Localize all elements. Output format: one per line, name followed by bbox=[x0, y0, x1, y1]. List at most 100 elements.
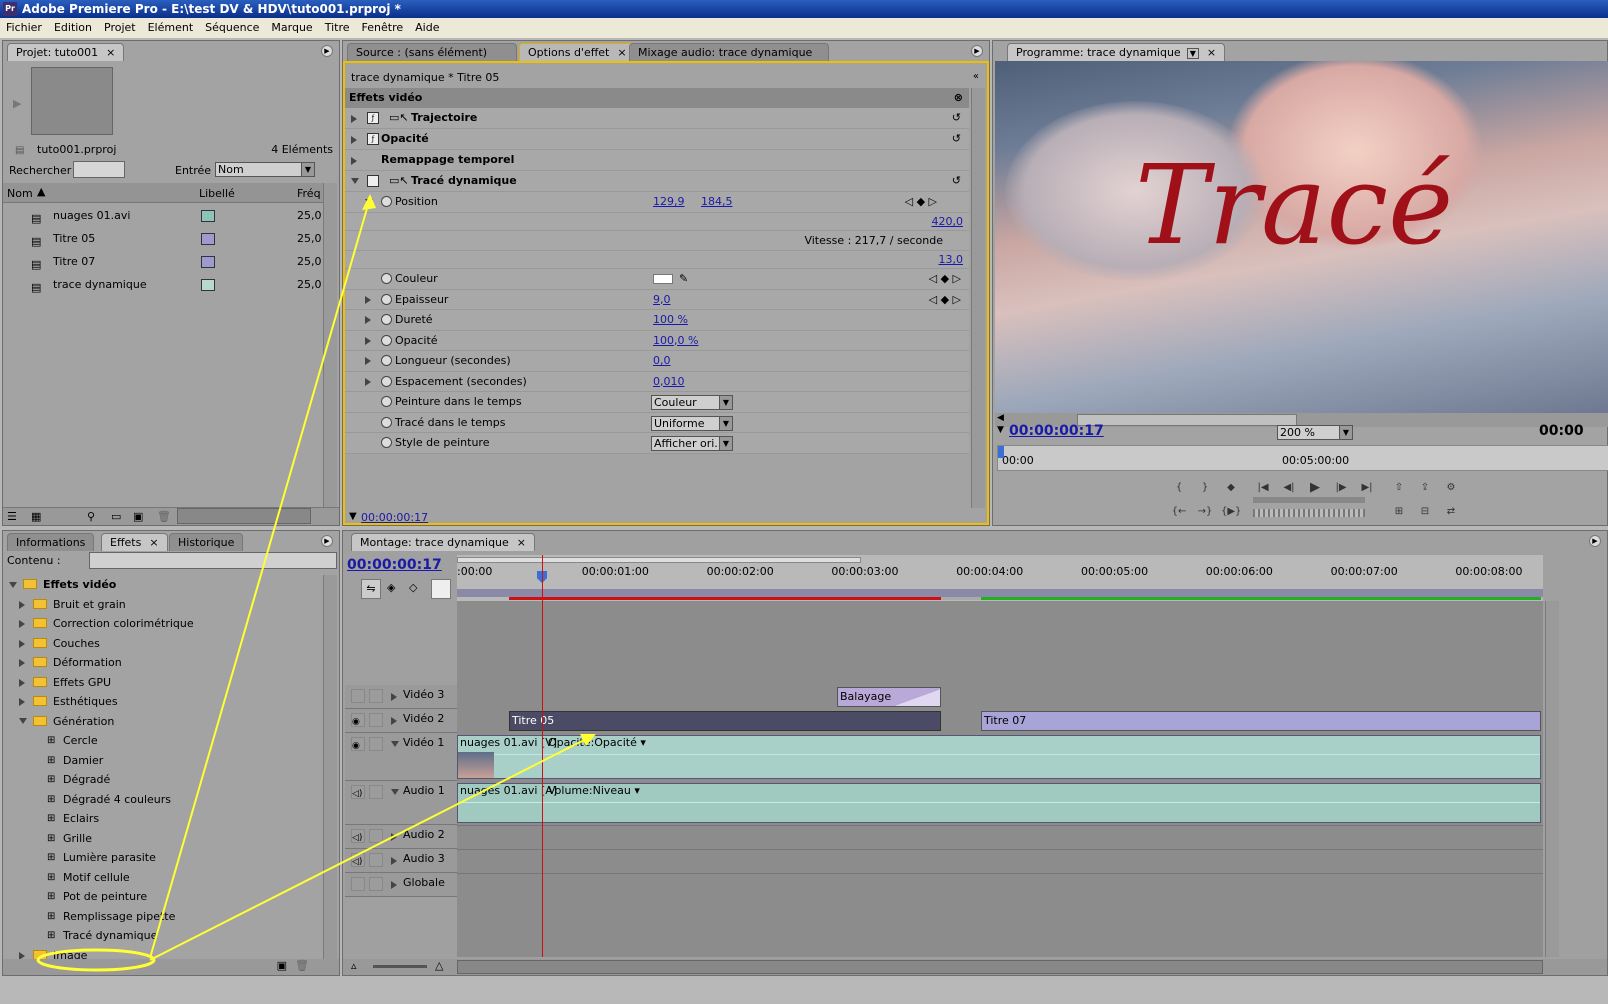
param-value[interactable]: 100 % bbox=[653, 310, 688, 330]
menu-item-0[interactable]: Fichier bbox=[6, 21, 42, 34]
lift-icon[interactable]: ⇧ bbox=[1389, 479, 1409, 497]
expand-toggle-icon[interactable] bbox=[365, 316, 371, 324]
panel-menu-icon[interactable]: ▶ bbox=[1589, 535, 1601, 547]
effects-search-input[interactable] bbox=[89, 552, 337, 569]
effect-item[interactable]: ⊞ Lumière parasite bbox=[3, 848, 323, 868]
reset-icon[interactable]: ↺ bbox=[952, 171, 961, 191]
volume-menu[interactable]: Volume:Niveau ▾ bbox=[548, 784, 640, 797]
expand-toggle-icon[interactable] bbox=[365, 377, 371, 386]
keyframe-nav-icon[interactable]: ◁ ◆ ▷ bbox=[929, 290, 961, 310]
go-to-in-point-icon[interactable]: {← bbox=[1169, 503, 1189, 521]
clip-titre07[interactable]: Titre 07 bbox=[981, 711, 1541, 731]
reset-icon[interactable]: ↺ bbox=[952, 129, 961, 149]
expand-toggle-icon[interactable] bbox=[351, 136, 357, 144]
expand-toggle-icon[interactable] bbox=[391, 881, 397, 889]
col-fps[interactable]: Fréq bbox=[297, 187, 321, 200]
tab-info[interactable]: Informations bbox=[7, 533, 95, 551]
position-y[interactable]: 184,5 bbox=[701, 192, 733, 212]
folder-item[interactable]: Génération bbox=[3, 712, 323, 732]
effect-item[interactable]: ⊞ Eclairs bbox=[3, 809, 323, 829]
zoom-out-icon[interactable]: ▵ bbox=[351, 959, 357, 972]
settings-icon[interactable]: ⚙ bbox=[1441, 479, 1461, 497]
tab-sequence[interactable]: Montage: trace dynamique × bbox=[351, 533, 536, 551]
stopwatch-icon[interactable] bbox=[381, 355, 392, 366]
param-value[interactable]: 100,0 % bbox=[653, 331, 698, 351]
trash-icon[interactable]: 🗑 bbox=[295, 959, 309, 972]
clip-video1[interactable]: nuages 01.avi [V] Opacité:Opacité ▾ bbox=[457, 735, 1541, 779]
clip-audio1[interactable]: nuages 01.avi [A] Volume:Niveau ▾ bbox=[457, 783, 1541, 823]
opacity-menu[interactable]: Opacité:Opacité ▾ bbox=[548, 736, 646, 749]
folder-item[interactable]: Correction colorimétrique bbox=[3, 614, 323, 634]
effect-item[interactable]: ⊞ Cercle bbox=[3, 731, 323, 751]
expand-toggle-icon[interactable] bbox=[391, 857, 397, 865]
param-value[interactable]: 0,0 bbox=[653, 351, 671, 371]
program-ruler[interactable]: 00:00 00:05:00:00 bbox=[997, 445, 1608, 471]
marker-icon[interactable]: ◆ bbox=[1221, 479, 1241, 497]
timeline-timecode[interactable]: 00:00:00:17 bbox=[347, 557, 442, 573]
speaker-icon[interactable]: ◁) bbox=[351, 785, 365, 799]
folder-item[interactable]: Image bbox=[3, 946, 323, 959]
panel-menu-icon[interactable]: ▶ bbox=[321, 535, 333, 547]
menu-item-2[interactable]: Projet bbox=[104, 21, 136, 34]
effect-timecode[interactable]: 00:00:00:17 bbox=[361, 511, 428, 524]
expand-toggle-icon[interactable] bbox=[391, 717, 397, 725]
panel-menu-icon[interactable]: ▶ bbox=[971, 45, 983, 57]
stopwatch-icon[interactable] bbox=[381, 293, 392, 305]
program-playhead[interactable] bbox=[998, 446, 1004, 458]
jog-wheel[interactable] bbox=[1253, 509, 1365, 517]
param-dropdown[interactable]: Afficher ori... ▼ bbox=[651, 436, 733, 451]
project-item[interactable]: ▤ nuages 01.avi 25,0 bbox=[3, 205, 323, 228]
effect-row-3[interactable]: ▭↖ Tracé dynamique ↺ bbox=[345, 171, 969, 192]
mark-in-icon[interactable]: { bbox=[1169, 479, 1189, 497]
tab-source[interactable]: Source : (sans élément) bbox=[347, 43, 517, 61]
stopwatch-icon[interactable] bbox=[381, 437, 392, 448]
effect-item[interactable]: ⊞ Grille bbox=[3, 829, 323, 849]
effects-scrollbar[interactable] bbox=[323, 575, 337, 959]
position-x[interactable]: 129,9 bbox=[653, 192, 685, 212]
keyframe-nav-icon[interactable]: ◁ ◆ ▷ bbox=[905, 192, 937, 212]
toggle-icon[interactable] bbox=[351, 877, 365, 891]
effect-item[interactable]: ⊞ Damier bbox=[3, 751, 323, 771]
speaker-icon[interactable]: ◁) bbox=[351, 829, 365, 843]
project-item[interactable]: ▤ Titre 05 25,0 bbox=[3, 228, 323, 251]
folder-item[interactable]: Effets GPU bbox=[3, 673, 323, 693]
work-area-icon[interactable] bbox=[431, 579, 451, 599]
entry-select[interactable]: Nom ▼ bbox=[215, 162, 315, 177]
expand-toggle-icon[interactable] bbox=[365, 357, 371, 365]
label-swatch[interactable] bbox=[201, 210, 215, 222]
eye-icon[interactable] bbox=[351, 689, 365, 703]
marker-icon[interactable]: ◈ bbox=[387, 581, 395, 594]
lock-icon[interactable] bbox=[369, 737, 383, 751]
menu-item-8[interactable]: Aide bbox=[415, 21, 439, 34]
stopwatch-icon[interactable] bbox=[381, 334, 392, 346]
play-icon[interactable]: ▶ bbox=[13, 97, 21, 110]
expand-toggle-icon[interactable] bbox=[391, 833, 397, 841]
lock-icon[interactable] bbox=[369, 689, 383, 703]
program-timecode[interactable]: 00:00:00:17 bbox=[1009, 423, 1104, 439]
trim-icon[interactable]: ⇄ bbox=[1441, 503, 1461, 521]
lock-icon[interactable] bbox=[369, 877, 383, 891]
label-swatch[interactable] bbox=[201, 256, 215, 268]
eye-icon[interactable]: ◉ bbox=[351, 713, 365, 727]
play-button-icon[interactable]: ▶ bbox=[1305, 479, 1325, 497]
clip-balayage[interactable]: Balayage bbox=[837, 687, 941, 707]
effect-item[interactable]: ⊞ Dégradé bbox=[3, 770, 323, 790]
snap-icon[interactable]: ⇋ bbox=[361, 579, 381, 599]
expand-toggle-icon[interactable] bbox=[351, 115, 357, 123]
keyframe-nav-icon[interactable]: ◁ ◆ ▷ bbox=[929, 269, 961, 289]
search-input[interactable] bbox=[73, 161, 125, 178]
panel-menu-icon[interactable]: ▶ bbox=[321, 45, 333, 57]
timeline-ruler[interactable]: :00:00 00:00:01:00 00:00:02:00 00:00:03:00 0… bbox=[457, 555, 1543, 601]
lock-icon[interactable] bbox=[369, 785, 383, 799]
step-forward-icon[interactable]: |▶ bbox=[1331, 479, 1351, 497]
effect-item[interactable]: ⊞ Motif cellule bbox=[3, 868, 323, 888]
folder-item[interactable]: Esthétiques bbox=[3, 692, 323, 712]
label-swatch[interactable] bbox=[201, 279, 215, 291]
insert-icon[interactable]: ⊞ bbox=[1389, 503, 1409, 521]
extract-icon[interactable]: ⇪ bbox=[1415, 479, 1435, 497]
stopwatch-icon[interactable] bbox=[381, 396, 392, 407]
icon-view-icon[interactable]: ▦ bbox=[31, 510, 41, 523]
folder-root[interactable]: Effets vidéo bbox=[3, 575, 323, 595]
work-area-bar[interactable] bbox=[457, 589, 1543, 597]
clip-titre05[interactable]: Titre 05 bbox=[509, 711, 941, 731]
